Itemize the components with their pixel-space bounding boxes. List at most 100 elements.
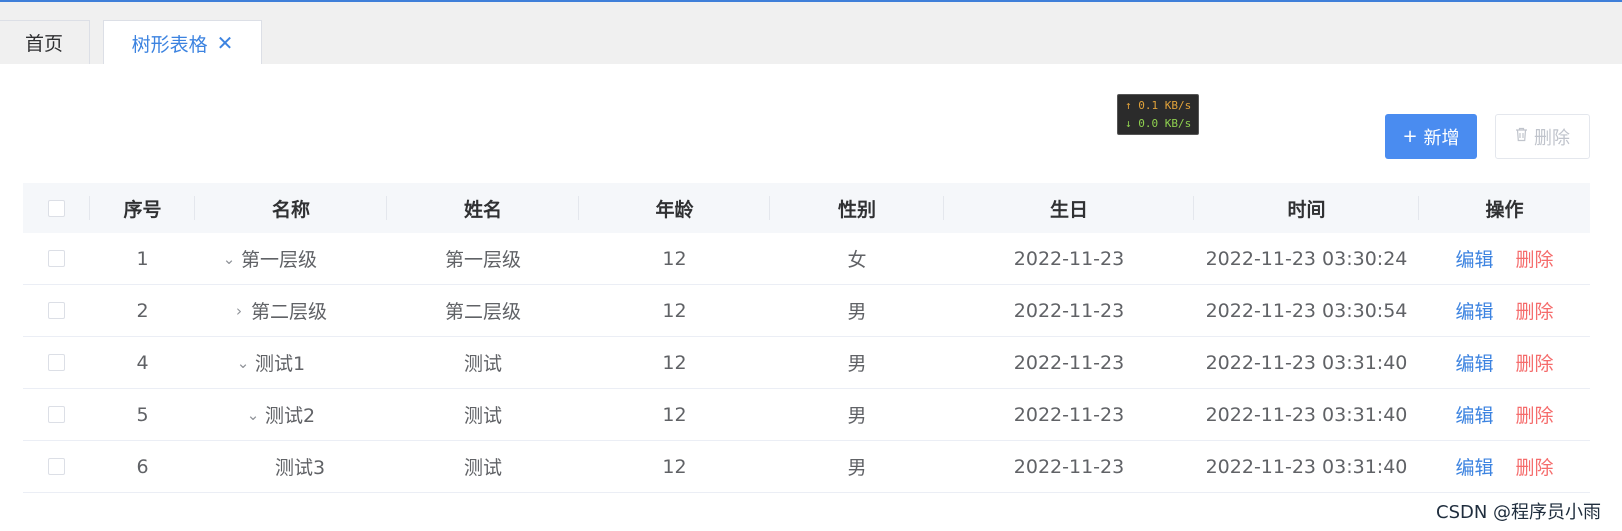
cell-birthday: 2022-11-23 (1013, 351, 1125, 374)
row-checkbox[interactable] (48, 250, 65, 267)
cell-time: 2022-11-23 03:31:40 (1205, 403, 1408, 426)
cell-age: 12 (662, 403, 687, 426)
cell-person: 第一层级 (444, 249, 521, 271)
row-select-cell (23, 285, 90, 336)
cell-birthday: 2022-11-23 (1013, 403, 1125, 426)
cell-person: 测试 (463, 353, 502, 375)
row-checkbox[interactable] (48, 406, 65, 423)
header-cell: 名称 (195, 183, 387, 233)
name-text: 测试1 (255, 353, 306, 375)
cell-name: ⌄ 测试1 (235, 337, 387, 388)
header-label: 姓名 (463, 198, 502, 221)
trash-icon (1515, 126, 1528, 147)
table-row: 1 ⌄ 第一层级 第一层级 12 女 2022-11-23 2022-11-23… (23, 233, 1590, 285)
select-all-checkbox[interactable] (48, 199, 65, 217)
cell-time: 2022-11-23 03:31:40 (1205, 351, 1408, 374)
cell-age: 12 (662, 351, 687, 374)
cell-gender: 男 (847, 457, 867, 479)
tree-table: 序号 名称 姓名 年龄 性别 生日 时间 操作 1 ⌄ 第一层级 第一层级 12… (23, 183, 1590, 493)
delete-button-label: 删除 (1534, 127, 1570, 149)
row-checkbox[interactable] (48, 302, 65, 319)
row-select-cell (23, 233, 90, 284)
cell-actions: 编辑 删除 (1419, 389, 1590, 440)
cell-time: 2022-11-23 03:30:24 (1205, 247, 1408, 270)
tab-tree-table[interactable]: 树形表格 ✕ (103, 20, 262, 65)
table-row: 4 ⌄ 测试1 测试 12 男 2022-11-23 2022-11-23 03… (23, 337, 1590, 389)
header-label: 时间 (1287, 198, 1326, 221)
delete-link[interactable]: 删除 (1516, 401, 1554, 428)
cell-id: 4 (136, 351, 149, 374)
plus-icon: + (1402, 126, 1418, 147)
header-label: 序号 (123, 198, 162, 221)
cell-name: ⌄ 第一层级 (221, 233, 387, 284)
download-speed: ↓ 0.0 KB/s (1125, 117, 1192, 130)
delete-link[interactable]: 删除 (1516, 245, 1554, 272)
tab-home-label: 首页 (24, 33, 63, 55)
header-label: 性别 (837, 198, 876, 221)
table-row: 6 测试3 测试 12 男 2022-11-23 2022-11-23 03:3… (23, 441, 1590, 493)
cell-person: 测试 (463, 457, 502, 479)
watermark: CSDN @程序员小雨 (1436, 502, 1602, 523)
cell-gender: 男 (847, 353, 867, 375)
close-icon[interactable]: ✕ (217, 33, 234, 53)
expand-arrow-icon[interactable]: ⌄ (235, 354, 251, 372)
header-label: 操作 (1485, 198, 1524, 221)
header-label: 生日 (1049, 198, 1088, 221)
upload-speed: ↑ 0.1 KB/s (1125, 99, 1192, 112)
header-cell: 性别 (770, 183, 944, 233)
header-cell: 序号 (90, 183, 195, 233)
cell-id: 6 (136, 455, 149, 478)
edit-link[interactable]: 编辑 (1455, 401, 1493, 428)
cell-time: 2022-11-23 03:31:40 (1205, 455, 1408, 478)
name-text: 第一层级 (241, 249, 318, 271)
table-row: 2 › 第二层级 第二层级 12 男 2022-11-23 2022-11-23… (23, 285, 1590, 337)
row-select-cell (23, 389, 90, 440)
table-row: 5 ⌄ 测试2 测试 12 男 2022-11-23 2022-11-23 03… (23, 389, 1590, 441)
delete-button[interactable]: 删除 (1495, 114, 1590, 159)
table-header: 序号 名称 姓名 年龄 性别 生日 时间 操作 (23, 183, 1590, 233)
expand-arrow-icon[interactable]: ⌄ (245, 406, 261, 424)
expand-arrow-icon[interactable]: ⌄ (221, 250, 237, 268)
row-select-cell (23, 441, 90, 492)
cell-id: 1 (136, 247, 149, 270)
cell-actions: 编辑 删除 (1419, 337, 1590, 388)
cell-name: 测试3 (275, 441, 387, 492)
header-label: 年龄 (655, 198, 694, 221)
cell-name: ⌄ 测试2 (245, 389, 387, 440)
tab-tree-table-label: 树形表格 (131, 33, 208, 56)
cell-actions: 编辑 删除 (1419, 441, 1590, 492)
cell-gender: 女 (847, 249, 867, 271)
expand-arrow-icon[interactable]: › (231, 302, 247, 320)
edit-link[interactable]: 编辑 (1455, 245, 1493, 272)
name-text: 测试2 (265, 405, 316, 427)
network-speed-widget: ↑ 0.1 KB/s ↓ 0.0 KB/s (1117, 94, 1199, 135)
edit-link[interactable]: 编辑 (1455, 297, 1493, 324)
cell-birthday: 2022-11-23 (1013, 299, 1125, 322)
delete-link[interactable]: 删除 (1516, 349, 1554, 376)
cell-birthday: 2022-11-23 (1013, 247, 1125, 270)
cell-id: 2 (136, 299, 149, 322)
delete-link[interactable]: 删除 (1516, 453, 1554, 480)
add-button-label: 新增 (1423, 127, 1460, 149)
tab-home[interactable]: 首页 (0, 20, 90, 64)
edit-link[interactable]: 编辑 (1455, 453, 1493, 480)
cell-gender: 男 (847, 405, 867, 427)
header-cell: 姓名 (387, 183, 579, 233)
delete-link[interactable]: 删除 (1516, 297, 1554, 324)
cell-age: 12 (662, 299, 687, 322)
cell-gender: 男 (847, 301, 867, 323)
cell-birthday: 2022-11-23 (1013, 455, 1125, 478)
header-cell: 年龄 (579, 183, 770, 233)
cell-time: 2022-11-23 03:30:54 (1205, 299, 1408, 322)
cell-name: › 第二层级 (231, 285, 387, 336)
edit-link[interactable]: 编辑 (1455, 349, 1493, 376)
row-checkbox[interactable] (48, 458, 65, 475)
cell-person: 测试 (463, 405, 502, 427)
name-text: 测试3 (275, 457, 326, 479)
row-checkbox[interactable] (48, 354, 65, 371)
row-select-cell (23, 337, 90, 388)
add-button[interactable]: + 新增 (1385, 114, 1477, 159)
name-text: 第二层级 (251, 301, 328, 323)
header-cell: 时间 (1194, 183, 1419, 233)
cell-actions: 编辑 删除 (1419, 233, 1590, 284)
